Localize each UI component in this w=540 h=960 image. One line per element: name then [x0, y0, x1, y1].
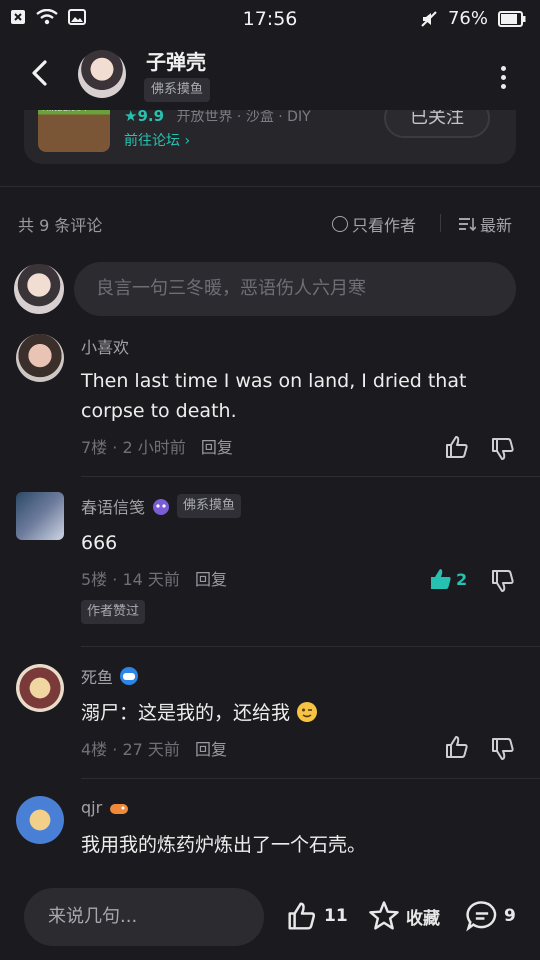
comment-input[interactable]: 良言一句三冬暖，恶语伤人六月寒	[74, 262, 516, 316]
comment-text: 666	[81, 532, 118, 554]
back-arrow-icon[interactable]	[26, 58, 56, 88]
thumbs-up-filled-icon[interactable]	[428, 566, 454, 592]
commenter-name[interactable]: 小喜欢	[81, 334, 129, 358]
my-avatar	[14, 264, 64, 314]
commenter-name[interactable]: qjr	[81, 798, 130, 817]
sort-toggle[interactable]: 最新	[458, 212, 512, 236]
author-tag: 佛系摸鱼	[144, 78, 211, 102]
battery-percent: 76%	[447, 8, 488, 29]
commenter-avatar[interactable]	[16, 334, 64, 382]
wink-emoji-icon	[297, 702, 318, 722]
battery-icon	[498, 10, 526, 27]
thumbs-down-icon[interactable]	[490, 736, 516, 762]
comment-meta: 7楼 · 2 小时前 回复	[81, 438, 233, 457]
only-author-toggle[interactable]: 只看作者	[332, 212, 416, 236]
reply-button[interactable]: 回复	[201, 438, 233, 457]
reply-button[interactable]: 回复	[195, 740, 227, 759]
thumbs-up-icon	[288, 902, 316, 930]
commenter-name[interactable]: 春语信笺 佛系摸鱼	[81, 494, 242, 518]
author-name[interactable]: 子弹壳	[146, 46, 206, 75]
comment-divider	[81, 778, 540, 779]
comment-count: 共 9 条评论	[18, 216, 103, 235]
favorite-button[interactable]: 收藏	[368, 900, 440, 932]
controller-badge-icon	[110, 803, 129, 814]
sort-icon	[459, 218, 476, 232]
like-post-button[interactable]: 11	[286, 900, 348, 932]
thumbs-down-icon[interactable]	[490, 436, 516, 462]
thumbs-down-icon[interactable]	[490, 568, 516, 594]
sort-label: 最新	[480, 216, 513, 235]
section-divider	[0, 186, 540, 187]
post-header: 子弹壳 佛系摸鱼	[0, 38, 540, 110]
game-badge-icon	[120, 667, 139, 685]
comment-total: 9	[504, 906, 516, 926]
commenter-name[interactable]: 死鱼	[81, 664, 139, 688]
like-count: 2	[456, 570, 468, 589]
thumbs-up-icon[interactable]	[444, 434, 470, 460]
game-tags: 开放世界 · 沙盒 · DIY	[176, 109, 311, 125]
chat-bubble-icon	[466, 901, 497, 932]
bottom-bar: 来说几句... 11 收藏 9	[0, 872, 540, 960]
commenter-avatar[interactable]	[16, 492, 64, 540]
comment-meta: 5楼 · 14 天前 回复	[81, 570, 228, 589]
radio-icon	[332, 216, 348, 232]
forum-link[interactable]: 前往论坛 ›	[124, 130, 190, 150]
commenter-avatar[interactable]	[16, 796, 64, 844]
comment-divider	[81, 476, 540, 477]
reply-button[interactable]: 回复	[195, 570, 227, 589]
comment-entry[interactable]: 来说几句...	[24, 888, 264, 946]
comment-text: 溺尸：这是我的，还给我	[81, 698, 511, 728]
thumbs-up-icon[interactable]	[444, 734, 470, 760]
status-bar: 17:56 76%	[0, 0, 540, 38]
toolbar-divider	[440, 214, 441, 232]
badge-icon	[153, 499, 170, 515]
like-total: 11	[324, 906, 348, 926]
mute-icon	[421, 10, 437, 27]
commenter-tag: 佛系摸鱼	[177, 494, 242, 518]
only-author-label: 只看作者	[352, 216, 417, 235]
comment-meta: 4楼 · 27 天前 回复	[81, 740, 228, 759]
commenter-avatar[interactable]	[16, 664, 64, 712]
comment-text: 我用我的炼药炉炼出了一个石壳。	[81, 834, 367, 856]
comment-text: Then last time I was on land, I dried th…	[81, 370, 467, 422]
favorite-label: 收藏	[406, 908, 440, 929]
author-liked-badge: 作者赞过	[81, 600, 146, 624]
author-avatar[interactable]	[78, 50, 126, 98]
comments-button[interactable]: 9	[466, 900, 516, 932]
star-icon	[369, 901, 399, 930]
comment-divider	[81, 646, 540, 647]
more-options-icon[interactable]	[500, 66, 508, 89]
